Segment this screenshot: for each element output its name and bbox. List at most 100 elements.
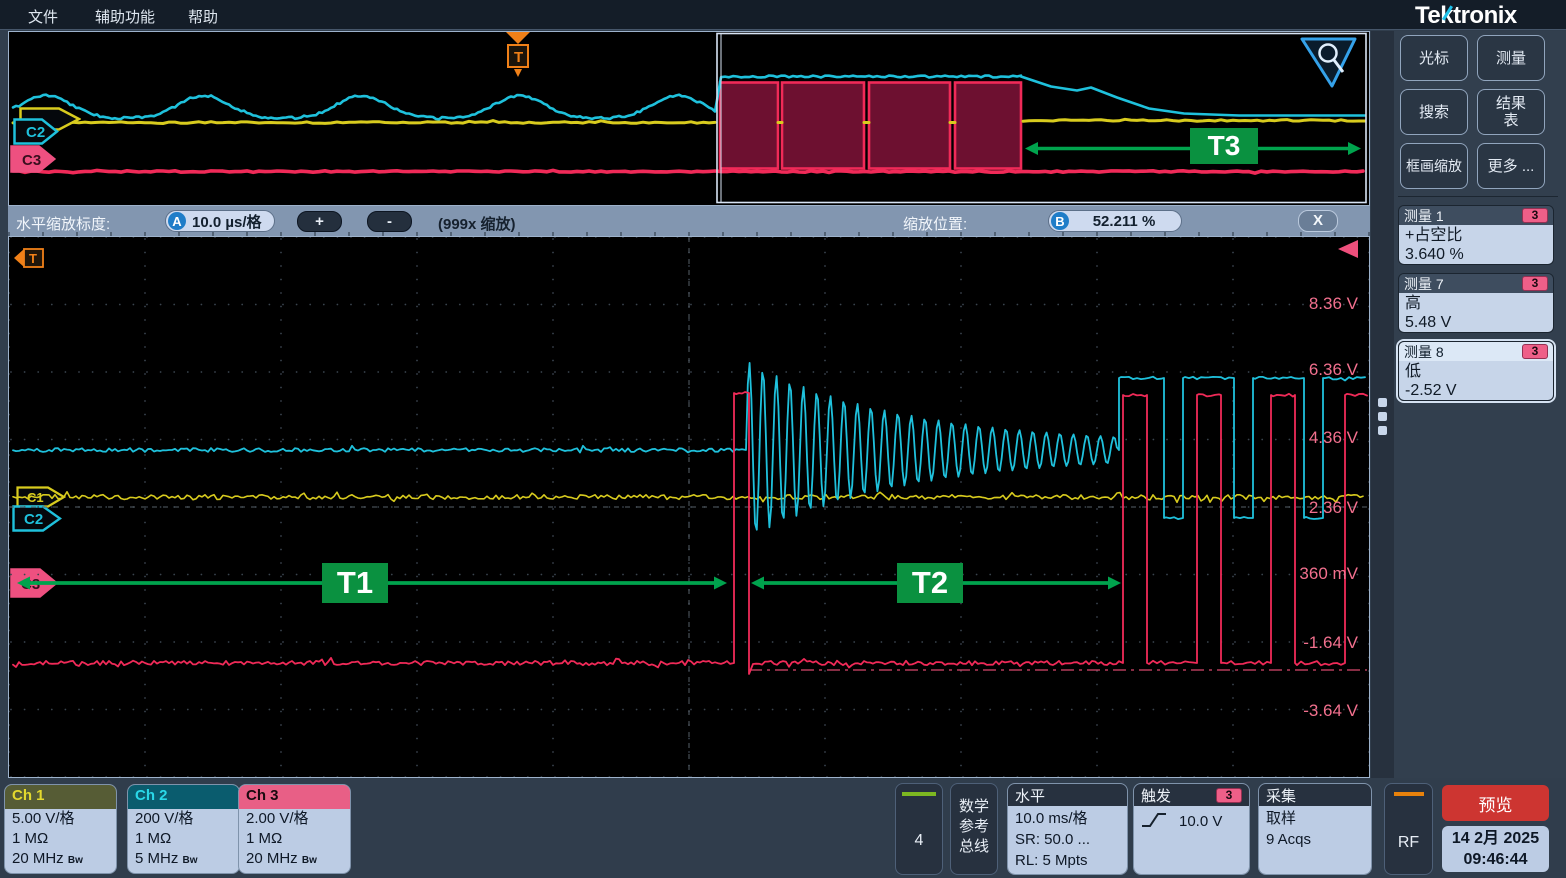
horizontal-record-length: RL: 5 Mpts	[1015, 850, 1120, 871]
axis-label-7: -3.64 V	[1268, 701, 1358, 721]
measurement-badge-8[interactable]: 测量 8 3 低 -2.52 V	[1398, 341, 1554, 401]
measurement-name: 高	[1405, 294, 1547, 313]
svg-text:C2: C2	[26, 124, 45, 141]
bw-tag: Bw	[183, 855, 198, 866]
acquisition-mode: 取样	[1266, 808, 1364, 829]
time-text: 09:46:44	[1442, 849, 1549, 870]
knob-a-badge: A	[168, 212, 186, 230]
measurement-value: 3.640 %	[1405, 245, 1547, 264]
axis-label-4: 2.36 V	[1268, 498, 1358, 518]
splitter-handle-dot	[1378, 398, 1387, 407]
trigger-title: 触发	[1141, 785, 1171, 806]
knob-b-badge: B	[1051, 212, 1069, 230]
rf-label: RF	[1385, 834, 1432, 852]
horizontal-badge[interactable]: 水平 10.0 ms/格 SR: 50.0 ... RL: 5 Mpts	[1007, 783, 1128, 875]
axis-label-6: -1.64 V	[1268, 633, 1358, 653]
trigger-position-marker[interactable]: T	[502, 32, 534, 82]
acquisition-badge[interactable]: 采集 取样 9 Acqs	[1258, 783, 1372, 875]
measurement-badge-1[interactable]: 测量 1 3 +占空比 3.640 %	[1398, 205, 1554, 265]
preview-button[interactable]: 预览	[1442, 785, 1549, 821]
ref-label: 参考	[951, 817, 997, 837]
measurement-value: -2.52 V	[1405, 381, 1547, 400]
main-graticule-waveforms	[9, 237, 1369, 777]
sidebar-divider	[1398, 196, 1558, 197]
zoom-position-label: 缩放位置:	[903, 213, 967, 234]
channel-scale: 2.00 V/格	[239, 809, 350, 829]
horizontal-scale: 10.0 ms/格	[1015, 808, 1120, 829]
overview-waveform-panel[interactable]: C2 C3 T T3	[8, 31, 1370, 206]
zoom-toolbar: 水平缩放标度: A 10.0 µs/格 + - (999x 缩放) 缩放位置: …	[8, 206, 1370, 236]
right-sidebar: 光标 测量 搜索 结果表 框画缩放 更多 ... 测量 1 3 +占空比 3.6…	[1394, 31, 1566, 778]
measurement-title: 测量 8	[1404, 342, 1444, 362]
results-table-button[interactable]: 结果表	[1477, 89, 1545, 135]
svg-text:C3: C3	[22, 152, 41, 169]
channel-impedance: 1 MΩ	[239, 829, 350, 849]
channel-2-badge[interactable]: Ch 2 200 V/格 1 MΩ 5 MHz Bw	[127, 784, 240, 874]
menu-utility[interactable]: 辅助功能	[95, 6, 155, 27]
more-button[interactable]: 更多 ...	[1477, 143, 1545, 189]
draw-a-box-button[interactable]: 框画缩放	[1400, 143, 1468, 189]
bw-tag: Bw	[302, 855, 317, 866]
datetime-display: 14 2月 2025 09:46:44	[1442, 826, 1549, 872]
splitter-handle-dot	[1378, 426, 1387, 435]
zoom-scale-control[interactable]: A 10.0 µs/格	[165, 210, 275, 232]
measurement-title: 测量 1	[1404, 206, 1444, 226]
trigger-level: 10.0 V	[1179, 811, 1222, 832]
bus-label: 总线	[951, 837, 997, 857]
channel-1-badge[interactable]: Ch 1 5.00 V/格 1 MΩ 20 MHz Bw	[4, 784, 117, 874]
channel-scale: 5.00 V/格	[5, 809, 116, 829]
measure-button[interactable]: 测量	[1477, 35, 1545, 81]
logo-text-post: tronix	[1453, 2, 1517, 29]
channel-4-button[interactable]: 4	[895, 783, 943, 875]
cursor-button[interactable]: 光标	[1400, 35, 1468, 81]
horizontal-sample-rate: SR: 50.0 ...	[1015, 829, 1120, 850]
horizontal-title: 水平	[1015, 785, 1045, 806]
logo-k-slash: k	[1440, 2, 1453, 29]
t1-annotation-label: T1	[322, 563, 388, 603]
channel-bandwidth: 20 MHz Bw	[239, 849, 350, 871]
zoom-magnifier-icon[interactable]	[1298, 36, 1360, 90]
channel-3-badge[interactable]: Ch 3 2.00 V/格 1 MΩ 20 MHz Bw	[238, 784, 351, 874]
axis-label-2: 6.36 V	[1268, 360, 1358, 380]
axis-label-3: 4.36 V	[1268, 428, 1358, 448]
channel-impedance: 1 MΩ	[128, 829, 239, 849]
measurement-source-badge: 3	[1522, 276, 1548, 291]
trigger-source-badge: 3	[1216, 788, 1242, 803]
zoom-factor-readout: (999x 缩放)	[438, 213, 516, 234]
overview-waveforms	[9, 32, 1369, 205]
rising-edge-icon	[1141, 811, 1167, 829]
t2-annotation-label: T2	[897, 563, 963, 603]
axis-label-5: 360 mV	[1268, 564, 1358, 584]
acquisition-count: 9 Acqs	[1266, 829, 1364, 850]
bw-tag: Bw	[68, 855, 83, 866]
main-waveform-panel[interactable]: C1 C2 C3 T 8.36 V 6.36 V 4.36 V 2.36 V 3…	[8, 236, 1370, 778]
menu-file[interactable]: 文件	[28, 6, 58, 27]
math-ref-bus-button[interactable]: 数学 参考 总线	[950, 783, 998, 875]
search-button[interactable]: 搜索	[1400, 89, 1468, 135]
zoom-scale-label: 水平缩放标度:	[16, 213, 110, 234]
measurement-badge-7[interactable]: 测量 7 3 高 5.48 V	[1398, 273, 1554, 333]
zoom-out-button[interactable]: -	[367, 211, 412, 232]
channel-bandwidth: 20 MHz Bw	[5, 849, 116, 871]
t3-annotation-label: T3	[1190, 128, 1258, 164]
splitter-handle-dot	[1378, 412, 1387, 421]
rf-button[interactable]: RF	[1384, 783, 1433, 875]
zoom-scale-value: 10.0 µs/格	[192, 211, 262, 232]
tektronix-logo: Tektronix	[1415, 2, 1517, 30]
trigger-badge[interactable]: 触发 3 10.0 V	[1133, 783, 1250, 875]
menu-help[interactable]: 帮助	[188, 6, 218, 27]
panel-splitter[interactable]	[1371, 31, 1394, 778]
zoom-in-button[interactable]: +	[297, 211, 342, 232]
zoom-close-button[interactable]: X	[1298, 210, 1338, 232]
measurement-title: 测量 7	[1404, 274, 1444, 294]
overview-c3-tag[interactable]: C3	[10, 145, 56, 173]
overview-c2-tag[interactable]: C2	[13, 118, 59, 145]
math-label: 数学	[951, 797, 997, 817]
svg-text:T: T	[514, 49, 523, 66]
zoom-position-control[interactable]: B 52.211 %	[1048, 210, 1182, 232]
bottom-status-bar: Ch 1 5.00 V/格 1 MΩ 20 MHz Bw Ch 2 200 V/…	[0, 780, 1566, 878]
channel-1-header: Ch 1	[5, 785, 116, 809]
measurement-source-badge: 3	[1522, 344, 1548, 359]
menu-bar: 文件 辅助功能 帮助 Tektronix	[0, 0, 1566, 30]
logo-text-pre: Te	[1415, 2, 1440, 29]
